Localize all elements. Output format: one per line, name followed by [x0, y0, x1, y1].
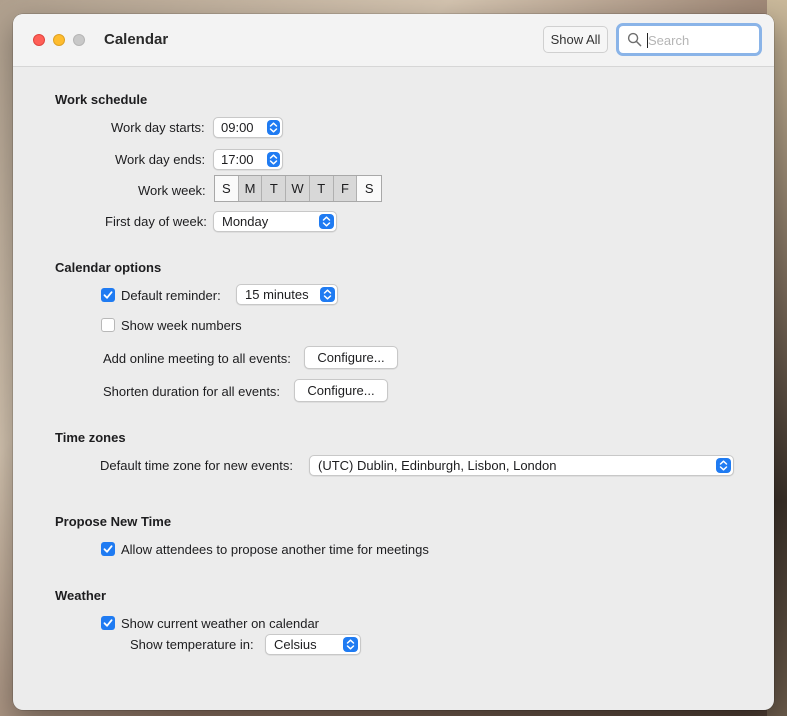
time-zones-heading: Time zones	[55, 430, 126, 445]
preferences-window: Calendar Show All Search Work schedule W…	[13, 14, 774, 710]
work-schedule-heading: Work schedule	[55, 92, 148, 107]
default-time-zone-popup[interactable]: (UTC) Dublin, Edinburgh, Lisbon, London	[309, 455, 734, 476]
checkmark-icon	[103, 291, 113, 299]
work-day-ends-value: 17:00	[221, 152, 254, 167]
first-day-of-week-label: First day of week:	[105, 214, 207, 229]
checkmark-icon	[103, 619, 113, 627]
first-day-of-week-popup[interactable]: Monday	[213, 211, 337, 232]
work-day-ends-label: Work day ends:	[115, 152, 206, 167]
show-all-button[interactable]: Show All	[543, 26, 608, 53]
default-reminder-checkbox[interactable]	[101, 288, 115, 302]
first-day-of-week-value: Monday	[222, 214, 269, 229]
show-temperature-label: Show temperature in:	[130, 637, 254, 652]
popup-arrows-icon	[319, 214, 334, 229]
minimize-button[interactable]	[53, 34, 65, 46]
work-day-starts-label: Work day starts:	[111, 120, 205, 135]
calendar-options-heading: Calendar options	[55, 260, 162, 275]
temperature-unit-popup[interactable]: Celsius	[265, 634, 361, 655]
temperature-unit-value: Celsius	[274, 637, 317, 652]
work-day-ends-stepper[interactable]: 17:00	[213, 149, 283, 170]
work-day-starts-stepper[interactable]: 09:00	[213, 117, 283, 138]
work-week-day-monday[interactable]: M	[238, 176, 263, 201]
stepper-arrows-icon[interactable]	[267, 152, 280, 167]
checkmark-icon	[103, 545, 113, 553]
default-reminder-popup[interactable]: 15 minutes	[236, 284, 338, 305]
stepper-arrows-icon[interactable]	[267, 120, 280, 135]
weather-heading: Weather	[55, 588, 107, 603]
work-day-starts-value: 09:00	[221, 120, 254, 135]
show-weather-label: Show current weather on calendar	[121, 616, 320, 631]
search-placeholder: Search	[648, 33, 690, 48]
popup-arrows-icon	[320, 287, 335, 302]
work-week-day-wednesday[interactable]: W	[286, 176, 310, 201]
allow-propose-time-label: Allow attendees to propose another time …	[121, 542, 429, 557]
online-meeting-label: Add online meeting to all events:	[103, 351, 291, 366]
work-week-day-thursday[interactable]: T	[309, 176, 334, 201]
propose-new-time-heading: Propose New Time	[55, 514, 172, 529]
search-icon	[627, 32, 642, 47]
window-title: Calendar	[104, 31, 169, 48]
shorten-duration-configure-button[interactable]: Configure...	[294, 379, 388, 402]
work-week-day-friday[interactable]: F	[333, 176, 358, 201]
show-weather-checkbox[interactable]	[101, 616, 115, 630]
work-week-day-sunday[interactable]: S	[215, 176, 239, 201]
popup-arrows-icon	[343, 637, 358, 652]
work-week-selector: S M T W T F S	[214, 175, 382, 202]
popup-arrows-icon	[716, 458, 731, 473]
show-week-numbers-checkbox[interactable]	[101, 318, 115, 332]
work-week-day-saturday[interactable]: S	[357, 176, 382, 201]
default-reminder-value: 15 minutes	[245, 287, 309, 302]
work-week-day-tuesday[interactable]: T	[262, 176, 287, 201]
search-field[interactable]: Search	[616, 23, 762, 56]
title-bar: Calendar Show All Search	[13, 14, 774, 67]
show-week-numbers-label: Show week numbers	[121, 318, 242, 333]
shorten-duration-label: Shorten duration for all events:	[103, 384, 281, 399]
default-time-zone-value: (UTC) Dublin, Edinburgh, Lisbon, London	[318, 458, 557, 473]
work-week-label: Work week:	[138, 183, 206, 198]
default-reminder-label: Default reminder:	[121, 288, 221, 303]
default-time-zone-label: Default time zone for new events:	[100, 458, 293, 473]
allow-propose-time-checkbox[interactable]	[101, 542, 115, 556]
close-button[interactable]	[33, 34, 45, 46]
online-meeting-configure-button[interactable]: Configure...	[304, 346, 398, 369]
zoom-button[interactable]	[73, 34, 85, 46]
